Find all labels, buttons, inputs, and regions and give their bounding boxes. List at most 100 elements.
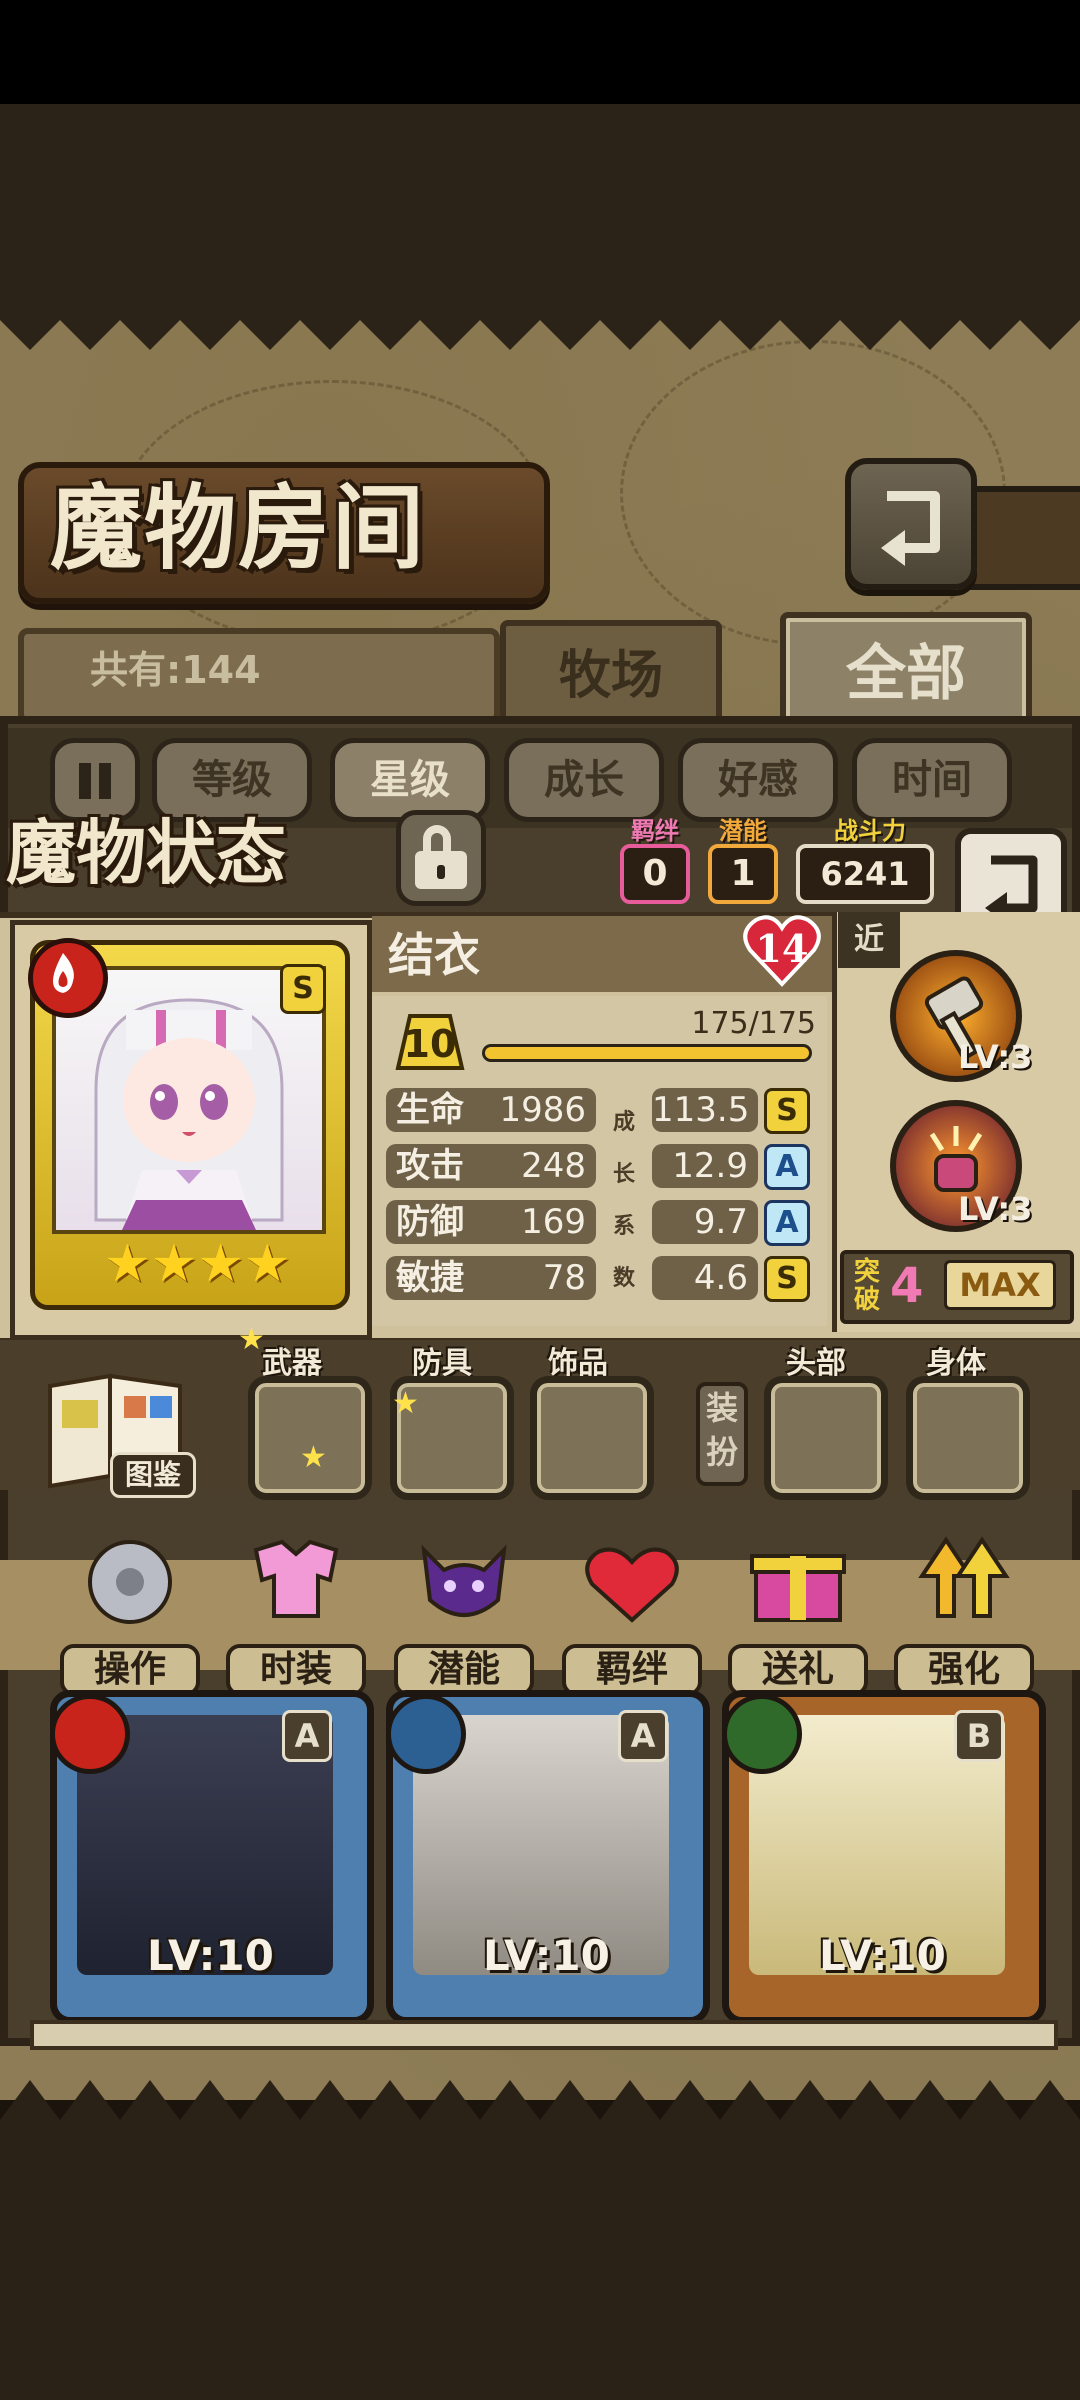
power-label: 战斗力 bbox=[834, 817, 906, 845]
stat-name: 攻击 bbox=[396, 1146, 464, 1186]
potential-label: 潜能 bbox=[719, 817, 767, 845]
affection-heart-icon: 14 bbox=[742, 912, 822, 988]
stat-row: 敏捷 78 bbox=[386, 1256, 596, 1300]
action-button-1[interactable]: 操作 bbox=[60, 1520, 200, 1696]
card-level: LV:10 bbox=[483, 1931, 610, 1980]
attack-type-tag: 近 bbox=[838, 912, 900, 968]
hearts-icon bbox=[585, 1547, 679, 1623]
stat-value: 169 bbox=[521, 1202, 586, 1242]
growth-grade-badge: A bbox=[764, 1144, 810, 1190]
breakthrough-label: 突 破 bbox=[854, 1257, 881, 1315]
wood-element-icon bbox=[722, 1694, 802, 1774]
monster-count: 共有:144 bbox=[90, 648, 261, 692]
gear-icon bbox=[88, 1540, 172, 1624]
action-label: 强化 bbox=[894, 1644, 1034, 1696]
stat-value: 78 bbox=[542, 1258, 586, 1298]
growth-value: 4.6 bbox=[693, 1258, 748, 1298]
action-button-3[interactable]: 潜能 bbox=[394, 1520, 534, 1696]
growth-coefficient-label: 成 长 系 数 bbox=[612, 1110, 635, 1291]
dress-label: 装扮 bbox=[696, 1382, 748, 1486]
card-grade-badge: A bbox=[618, 1710, 668, 1762]
action-button-5[interactable]: 送礼 bbox=[728, 1520, 868, 1696]
growth-value-pill: 9.7 bbox=[652, 1200, 758, 1244]
card-level: LV:10 bbox=[819, 1931, 946, 1980]
star-icon: ★ bbox=[150, 1234, 198, 1294]
skill-level: LV:3 bbox=[958, 1038, 1033, 1076]
stat-name: 敏捷 bbox=[396, 1258, 464, 1298]
water-element-icon bbox=[386, 1694, 466, 1774]
status-bar bbox=[0, 0, 1080, 104]
growth-value: 9.7 bbox=[693, 1202, 748, 1242]
star-icon: ★ bbox=[197, 1234, 244, 1294]
stat-row: 防御 169 bbox=[386, 1200, 596, 1244]
star-rating: ★★★★ bbox=[104, 1234, 291, 1294]
action-label: 送礼 bbox=[728, 1644, 868, 1696]
torn-edge-bottom bbox=[0, 2080, 1080, 2160]
stat-value: 1986 bbox=[499, 1090, 586, 1130]
skill-level: LV:3 bbox=[958, 1190, 1033, 1228]
monster-name: 结衣 bbox=[388, 928, 480, 982]
stat-name: 防御 bbox=[396, 1202, 464, 1242]
star-icon: ★ bbox=[243, 1234, 291, 1294]
encyclopedia-button[interactable]: 图鉴 bbox=[40, 1356, 196, 1498]
breakthrough-value: 4 bbox=[890, 1258, 924, 1314]
lock-button[interactable] bbox=[396, 810, 486, 906]
sparkle-icon: ★ bbox=[238, 1322, 265, 1357]
growth-grade-badge: A bbox=[764, 1200, 810, 1246]
fire-element-icon bbox=[28, 938, 108, 1018]
sparkle-icon: ★ bbox=[392, 1386, 419, 1421]
growth-value: 113.5 bbox=[652, 1090, 750, 1130]
filter-time[interactable]: 时间 bbox=[852, 738, 1012, 822]
grade-badge: S bbox=[280, 964, 326, 1014]
action-label: 羁绊 bbox=[562, 1644, 702, 1696]
stat-row: 生命 1986 bbox=[386, 1088, 596, 1132]
action-label: 时装 bbox=[226, 1644, 366, 1696]
top-background bbox=[0, 104, 1080, 294]
exp-text: 175/175 bbox=[691, 1006, 816, 1041]
lock-icon bbox=[401, 815, 481, 901]
filter-affection[interactable]: 好感 bbox=[678, 738, 838, 822]
sparkle-icon: ★ bbox=[300, 1440, 327, 1475]
breakthrough-max: MAX bbox=[944, 1260, 1056, 1310]
gift-icon bbox=[750, 1554, 846, 1622]
card-level: LV:10 bbox=[147, 1931, 274, 1980]
action-button-4[interactable]: 羁绊 bbox=[562, 1520, 702, 1696]
demon-icon bbox=[421, 1544, 507, 1617]
growth-grade-badge: S bbox=[764, 1088, 810, 1134]
exp-bar-fill bbox=[485, 1047, 809, 1059]
outfit-icon bbox=[253, 1539, 339, 1618]
action-button-6[interactable]: 强化 bbox=[894, 1520, 1034, 1696]
page-title: 魔物房间 bbox=[50, 474, 427, 582]
growth-value-pill: 12.9 bbox=[652, 1144, 758, 1188]
return-arrow-icon bbox=[881, 491, 940, 566]
bottom-background bbox=[0, 2160, 1080, 2400]
affection-value: 14 bbox=[755, 926, 809, 971]
card-grade-badge: A bbox=[282, 1710, 332, 1762]
body-slot[interactable] bbox=[906, 1376, 1030, 1500]
head-slot[interactable] bbox=[764, 1376, 888, 1500]
action-label: 操作 bbox=[60, 1644, 200, 1696]
back-button-rail bbox=[965, 486, 1080, 590]
filter-growth[interactable]: 成长 bbox=[504, 738, 664, 822]
card-grade-badge: B bbox=[954, 1710, 1004, 1762]
level-badge-icon: 10 bbox=[394, 1010, 466, 1072]
monster-level: 10 bbox=[403, 1022, 457, 1066]
accessory-slot[interactable] bbox=[530, 1376, 654, 1500]
potential-value: 1 bbox=[708, 844, 778, 904]
growth-grade-badge: S bbox=[764, 1256, 810, 1302]
power-value: 6241 bbox=[796, 844, 934, 904]
stat-row: 攻击 248 bbox=[386, 1144, 596, 1188]
weapon-slot[interactable] bbox=[248, 1376, 372, 1500]
bond-value: 0 bbox=[620, 844, 690, 904]
growth-value-pill: 113.5 bbox=[652, 1088, 758, 1132]
star-icon: ★ bbox=[104, 1234, 151, 1294]
breakthrough-box: 突 破 4 MAX bbox=[840, 1250, 1074, 1324]
status-title: 魔物状态 bbox=[6, 811, 286, 894]
action-button-2[interactable]: 时装 bbox=[226, 1520, 366, 1696]
stat-name: 生命 bbox=[396, 1090, 464, 1130]
back-button[interactable] bbox=[845, 458, 977, 590]
exp-bar bbox=[482, 1044, 812, 1062]
growth-value: 12.9 bbox=[672, 1146, 748, 1186]
upgrade-arrows-icon bbox=[918, 1536, 1010, 1618]
fire-element-icon bbox=[50, 1694, 130, 1774]
